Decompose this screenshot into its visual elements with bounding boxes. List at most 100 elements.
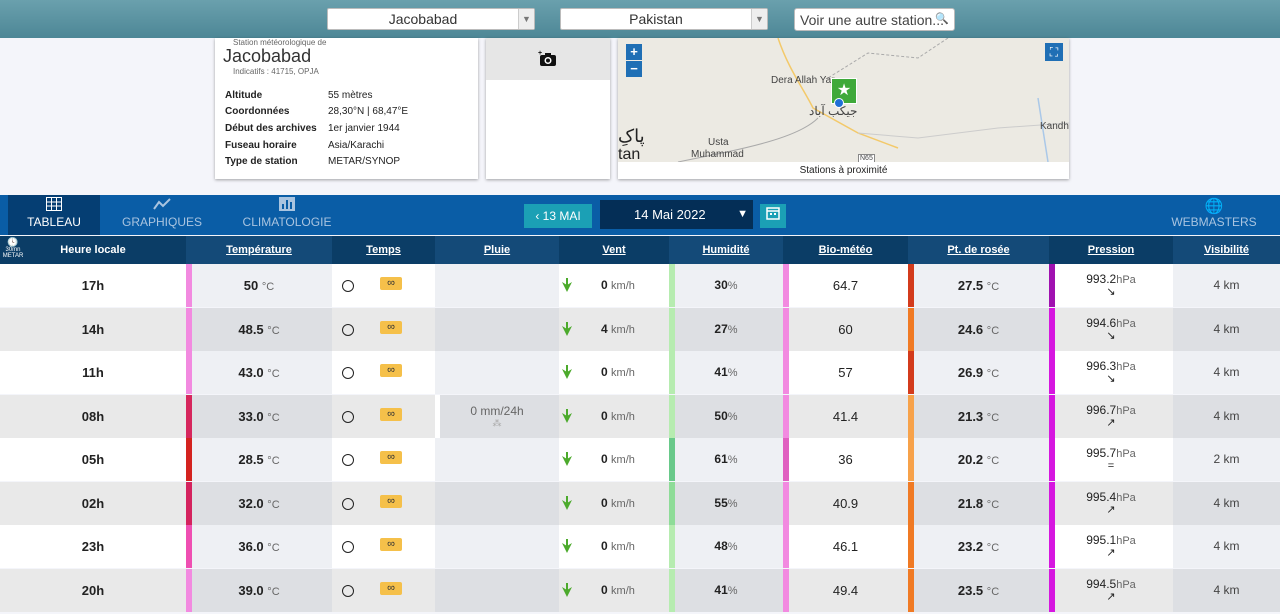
cell-temps: ∞ <box>332 264 435 307</box>
wind-unit: km/h <box>611 280 635 292</box>
bio-value: 64.7 <box>832 278 859 293</box>
interval-badge: 🕓 30mn METAR <box>2 238 24 260</box>
country-select[interactable]: Pakistan ▼ <box>560 8 768 30</box>
humidity-unit: % <box>727 280 738 292</box>
wind-unit: km/h <box>611 410 635 423</box>
table-row: 02h 32.0 °C ∞ 0 km/h 55% 40.9 21.8 °C 99… <box>0 481 1280 525</box>
cell-humidite: 61% <box>669 438 783 481</box>
haze-icon: ∞ <box>380 277 402 290</box>
haze-icon: ∞ <box>380 494 402 508</box>
table-icon <box>8 197 100 215</box>
dewpoint-value: 27.5 <box>957 278 984 293</box>
detail-row: Coordonnées 28,30°N | 68,47°E <box>225 104 408 121</box>
cell-pluie <box>435 307 559 351</box>
wind-value: 0 <box>601 495 608 510</box>
wind-direction-icon <box>562 525 572 570</box>
humidity-unit: % <box>727 584 738 597</box>
previous-day-button[interactable]: ‹ 13 MAI <box>524 204 592 228</box>
detail-value: 1er janvier 1944 <box>328 122 400 134</box>
cell-visibilite: 4 km <box>1173 481 1280 525</box>
humidity-bar <box>669 394 675 438</box>
station-details: Altitude 55 mètres Coordonnées 28,30°N | 6… <box>225 87 408 170</box>
map-label: Usta <box>708 137 729 148</box>
city-select[interactable]: Jacobabad ▼ <box>327 8 535 30</box>
tab-label: GRAPHIQUES <box>121 215 202 229</box>
bio-value: 36 <box>838 452 853 467</box>
temperature-bar <box>186 525 192 568</box>
map-card[interactable]: + − ⛶ Dera Allah Yar جیکب آباد پاکِ tan … <box>618 38 1069 179</box>
date-select[interactable]: 14 Mai 2022 ▼ <box>600 200 753 229</box>
cell-heure: 23h <box>0 525 186 568</box>
col-vent[interactable]: Vent <box>559 236 669 264</box>
col-heure: Heure locale <box>60 244 126 256</box>
tab-tableau[interactable]: TABLEAU <box>8 195 100 235</box>
add-photo-button[interactable]: + <box>486 38 610 80</box>
pressure-bar <box>1049 568 1055 612</box>
dewpoint-value: 20.2 <box>957 452 984 467</box>
humidity-bar <box>669 525 675 568</box>
cell-rosee: 27.5 °C <box>908 264 1049 307</box>
wind-unit: km/h <box>611 584 635 597</box>
add-photo-icon: + <box>538 50 558 73</box>
wind-direction-icon <box>562 569 572 614</box>
fullscreen-icon[interactable]: ⛶ <box>1045 43 1063 61</box>
cell-pluie: 0 mm/24h ⁂ <box>435 394 559 438</box>
zoom-out-button[interactable]: − <box>626 61 642 77</box>
dewpoint-bar <box>908 264 914 307</box>
table-row: 23h 36.0 °C ∞ 0 km/h 48% 46.1 23.2 °C 99… <box>0 525 1280 568</box>
wind-direction-icon <box>562 395 572 440</box>
webmasters-link[interactable]: 🌐 WEBMASTERS <box>1168 195 1260 235</box>
temperature-bar <box>186 481 192 525</box>
dewpoint-unit: °C <box>986 585 1000 598</box>
humidity-unit: % <box>727 497 738 510</box>
cell-heure: 17h <box>0 264 186 307</box>
cell-visibilite: 2 km <box>1173 438 1280 481</box>
tab-climatologie[interactable]: CLIMATOLOGIE <box>240 195 334 235</box>
cell-humidite: 41% <box>669 351 783 394</box>
pressure-trend-icon: ↘ <box>1106 373 1116 385</box>
cell-rosee: 26.9 °C <box>908 351 1049 394</box>
humidity-bar <box>669 264 675 307</box>
col-rosee[interactable]: Pt. de rosée <box>908 236 1049 264</box>
wind-value: 0 <box>601 365 608 379</box>
col-bio-meteo[interactable]: Bio-météo <box>783 236 908 264</box>
cell-temps: ∞ <box>332 481 435 525</box>
table-row: 14h 48.5 °C ∞ 4 km/h 27% 60 24.6 °C 994.… <box>0 307 1280 353</box>
dewpoint-unit: °C <box>986 281 1000 293</box>
wind-value: 4 <box>601 321 608 336</box>
cell-temps: ∞ <box>332 568 435 612</box>
humidity-bar <box>669 307 675 351</box>
col-pression[interactable]: Pression <box>1049 236 1173 264</box>
temperature-unit: °C <box>267 498 280 511</box>
zoom-in-button[interactable]: + <box>626 44 642 60</box>
col-humidite[interactable]: Humidité <box>669 236 783 264</box>
station-info-card: Station météorologique de Jacobabad Indi… <box>215 38 478 179</box>
cell-visibilite: 4 km <box>1173 525 1280 568</box>
cell-temps: ∞ <box>332 525 435 568</box>
dewpoint-bar <box>908 394 914 438</box>
humidity-bar <box>669 351 675 394</box>
col-visibilite[interactable]: Visibilité <box>1173 236 1280 264</box>
col-pluie[interactable]: Pluie <box>435 236 559 264</box>
pressure-unit: hPa <box>1116 491 1136 504</box>
photo-card: + <box>486 38 610 179</box>
calendar-icon[interactable] <box>760 204 786 228</box>
station-search-input[interactable]: Voir une autre station... 🔍 <box>794 8 955 31</box>
wind-value: 0 <box>601 582 608 597</box>
badge-line: METAR <box>2 253 24 259</box>
bio-value: 60 <box>838 321 853 337</box>
wind-direction-icon <box>562 308 572 353</box>
tab-graphiques[interactable]: GRAPHIQUES <box>120 195 204 235</box>
cell-temperature: 39.0 °C <box>186 568 332 612</box>
detail-row: Type de station METAR/SYNOP <box>225 153 408 170</box>
col-temperature[interactable]: Température <box>186 236 332 264</box>
temperature-value: 33.0 <box>238 408 264 424</box>
wind-value: 0 <box>601 408 608 423</box>
bio-bar <box>783 307 789 351</box>
col-temps[interactable]: Temps <box>332 236 435 264</box>
nearby-stations-link[interactable]: Stations à proximité <box>618 162 1069 179</box>
humidity-unit: % <box>727 541 738 553</box>
pressure-trend-icon: = <box>1107 460 1115 472</box>
humidity-unit: % <box>727 367 738 379</box>
cell-vent: 0 km/h <box>559 394 669 440</box>
